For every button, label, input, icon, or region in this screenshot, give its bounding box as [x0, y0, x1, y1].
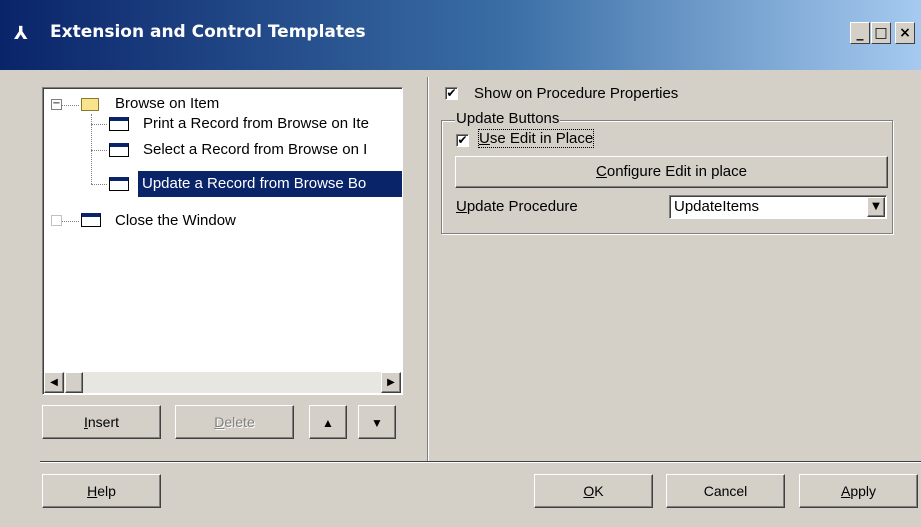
configure-button-label: onfigure Edit in place	[606, 163, 747, 180]
chevron-down-icon[interactable]: ▼	[867, 197, 885, 217]
insert-button-label: nsert	[87, 414, 119, 430]
tree-item-label: Browse on Item	[115, 95, 220, 112]
tree-node-icon	[51, 215, 62, 226]
tree-item-update-record[interactable]: Update a Record from Browse Bo	[138, 171, 402, 197]
ok-button-label: O	[583, 483, 595, 499]
ok-button[interactable]: OK	[534, 474, 653, 508]
update-buttons-group-title: Update Buttons	[455, 110, 561, 127]
window-icon	[81, 213, 101, 227]
update-procedure-label: U	[456, 198, 467, 215]
close-button[interactable]: ×	[895, 22, 915, 44]
cancel-button[interactable]: Cancel	[666, 474, 785, 508]
maximize-button[interactable]: □	[871, 22, 891, 44]
update-procedure-label: pdate Procedure	[466, 198, 578, 215]
help-button-label: H	[87, 483, 98, 499]
scroll-right-icon[interactable]: ▶	[381, 372, 401, 393]
use-edit-in-place-label: se Edit in Place	[489, 130, 594, 147]
tree-item-label: Close the Window	[115, 212, 236, 229]
tree-connector	[61, 221, 79, 222]
help-button-label: elp	[97, 483, 116, 499]
tree-connector	[61, 105, 79, 106]
use-edit-in-place-label[interactable]: Use Edit in Place	[477, 129, 595, 148]
app-icon[interactable]: ⅄	[14, 24, 40, 44]
window-icon	[109, 143, 129, 157]
template-tree[interactable]: − Browse on Item Print a Record from Bro…	[42, 87, 403, 395]
apply-button-label: pply	[850, 483, 877, 499]
window-icon	[109, 177, 129, 191]
move-down-icon: ▼	[371, 416, 383, 430]
tree-horizontal-scrollbar[interactable]: ◀ ▶	[44, 372, 401, 393]
delete-button-label: D	[214, 414, 225, 430]
scroll-left-icon[interactable]: ◀	[44, 372, 64, 393]
folder-icon	[81, 98, 99, 111]
tree-item-label: Update a Record from Browse Bo	[142, 175, 367, 192]
tree-connector	[91, 150, 107, 151]
tree-item-select-record[interactable]: Select a Record from Browse on I	[143, 137, 367, 163]
update-procedure-value: UpdateItems	[674, 198, 760, 215]
delete-button[interactable]: Delete	[175, 405, 294, 439]
help-button[interactable]: Help	[42, 474, 161, 508]
tree-item-label: Print a Record from Browse on Ite	[143, 115, 369, 132]
use-edit-in-place-label: U	[479, 130, 490, 147]
tree-connector	[91, 184, 107, 185]
tree-connector	[91, 124, 107, 125]
tree-item-close-window[interactable]: Close the Window	[115, 208, 236, 234]
title-bar[interactable]: ⅄ Extension and Control Templates _ □ ×	[0, 0, 921, 70]
use-edit-in-place-checkbox[interactable]: ✔	[456, 134, 469, 147]
cancel-button-label: Cancel	[703, 483, 748, 499]
delete-button-label: elete	[224, 414, 255, 430]
show-on-properties-label: Show on Procedure Properties	[474, 85, 679, 102]
update-procedure-select[interactable]: UpdateItems ▼	[669, 195, 887, 219]
expand-toggle-icon[interactable]: −	[51, 99, 62, 110]
window-icon	[109, 117, 129, 131]
minimize-button[interactable]: _	[850, 22, 870, 44]
tree-item-print-record[interactable]: Print a Record from Browse on Ite	[143, 111, 369, 137]
vertical-divider	[427, 77, 429, 462]
move-down-button[interactable]: ▼	[358, 405, 396, 439]
apply-button[interactable]: Apply	[799, 474, 918, 508]
move-up-icon: ▲	[322, 416, 334, 430]
tree-item-label: Select a Record from Browse on I	[143, 141, 368, 158]
configure-button-label: C	[596, 163, 607, 180]
configure-edit-in-place-button[interactable]: Configure Edit in place	[455, 156, 888, 188]
update-procedure-label: Update Procedure	[456, 198, 578, 215]
insert-button[interactable]: Insert	[42, 405, 161, 439]
horizontal-divider	[40, 461, 921, 463]
scroll-thumb[interactable]	[65, 372, 83, 393]
window-title: Extension and Control Templates	[50, 22, 366, 42]
show-on-properties-checkbox[interactable]: ✔	[445, 87, 458, 100]
ok-button-label: K	[594, 483, 604, 499]
apply-button-label: A	[840, 483, 851, 499]
move-up-button[interactable]: ▲	[309, 405, 347, 439]
